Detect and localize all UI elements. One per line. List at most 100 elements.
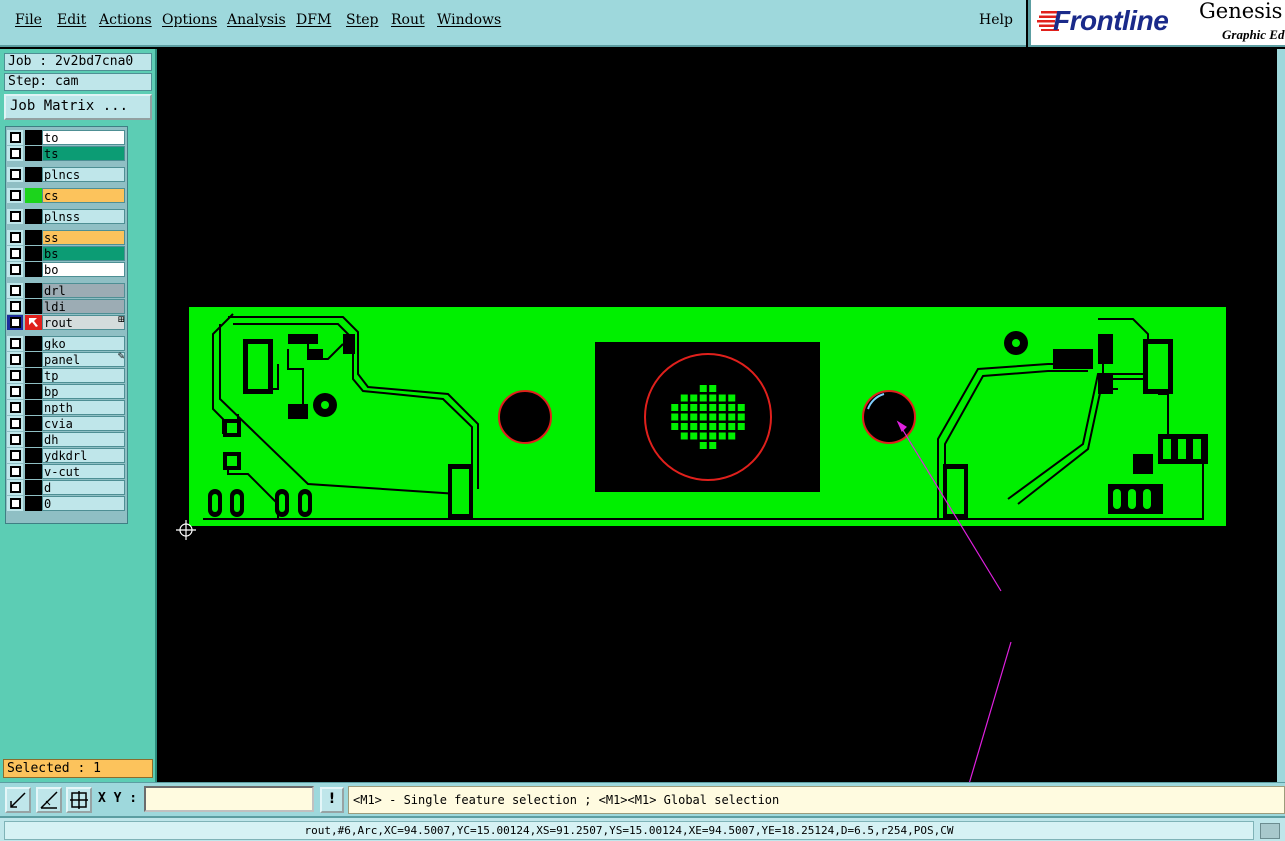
layer-row-ydkdrl[interactable]: ydkdrl bbox=[6, 448, 127, 463]
layer-name[interactable]: plnss bbox=[42, 209, 125, 224]
layer-checkbox[interactable] bbox=[7, 146, 23, 161]
layer-row-plncs[interactable]: plncs bbox=[6, 167, 127, 182]
layer-color-swatch[interactable] bbox=[25, 496, 42, 511]
layer-checkbox[interactable] bbox=[7, 230, 23, 245]
layer-color-swatch[interactable] bbox=[25, 230, 42, 245]
layer-row-0[interactable]: 0 bbox=[6, 496, 127, 511]
layer-checkbox[interactable] bbox=[7, 432, 23, 447]
layer-name[interactable]: v-cut bbox=[42, 464, 125, 479]
layer-row-rout[interactable]: rout ⊞ bbox=[6, 315, 127, 330]
layer-color-swatch[interactable] bbox=[25, 209, 42, 224]
menu-help[interactable]: Help bbox=[979, 12, 1013, 28]
layer-row-to[interactable]: to bbox=[6, 130, 127, 145]
resize-grip-icon[interactable] bbox=[1260, 823, 1280, 839]
layer-checkbox[interactable] bbox=[7, 130, 23, 145]
menu-options[interactable]: Options bbox=[162, 12, 217, 28]
layer-color-swatch[interactable] bbox=[25, 246, 42, 261]
layer-name[interactable]: dh bbox=[42, 432, 125, 447]
layer-checkbox[interactable] bbox=[7, 480, 23, 495]
layer-name[interactable]: bs bbox=[42, 246, 125, 261]
layer-name[interactable]: ts bbox=[42, 146, 125, 161]
layer-name[interactable]: npth bbox=[42, 400, 125, 415]
layer-checkbox[interactable] bbox=[7, 368, 23, 383]
layer-color-swatch[interactable] bbox=[25, 130, 42, 145]
layer-name[interactable]: ss bbox=[42, 230, 125, 245]
layer-color-swatch[interactable] bbox=[25, 368, 42, 383]
layer-checkbox[interactable] bbox=[7, 400, 23, 415]
layer-name[interactable]: drl bbox=[42, 283, 125, 298]
layer-name[interactable]: ldi bbox=[42, 299, 125, 314]
layer-name[interactable]: bp bbox=[42, 384, 125, 399]
menu-dfm[interactable]: DFM bbox=[296, 12, 331, 28]
layer-name[interactable]: 0 bbox=[42, 496, 125, 511]
layer-row-v-cut[interactable]: v-cut bbox=[6, 464, 127, 479]
xy-input[interactable] bbox=[144, 786, 314, 812]
layer-row-dh[interactable]: dh bbox=[6, 432, 127, 447]
layer-row-cvia[interactable]: cvia bbox=[6, 416, 127, 431]
grid-tool-button[interactable] bbox=[66, 787, 92, 813]
layer-checkbox[interactable] bbox=[7, 496, 23, 511]
layer-color-swatch[interactable] bbox=[25, 188, 42, 203]
layer-color-swatch[interactable] bbox=[25, 262, 42, 277]
layer-row-gko[interactable]: gko bbox=[6, 336, 127, 351]
layer-checkbox[interactable] bbox=[7, 384, 23, 399]
layer-color-swatch[interactable] bbox=[25, 448, 42, 463]
layer-checkbox[interactable] bbox=[7, 448, 23, 463]
layer-color-swatch[interactable] bbox=[25, 299, 42, 314]
layer-name[interactable]: plncs bbox=[42, 167, 125, 182]
layer-row-cs[interactable]: cs bbox=[6, 188, 127, 203]
layer-name[interactable]: gko bbox=[42, 336, 125, 351]
layer-color-swatch[interactable] bbox=[25, 167, 42, 182]
layer-color-swatch[interactable] bbox=[25, 432, 42, 447]
layer-row-d[interactable]: d bbox=[6, 480, 127, 495]
layer-name[interactable]: tp bbox=[42, 368, 125, 383]
layer-checkbox[interactable] bbox=[7, 262, 23, 277]
exclamation-button[interactable]: ! bbox=[320, 787, 344, 813]
right-toolbar[interactable] bbox=[1277, 49, 1285, 782]
layer-checkbox[interactable] bbox=[7, 283, 23, 298]
layer-checkbox[interactable] bbox=[7, 209, 23, 224]
zoom-tool-button[interactable] bbox=[5, 787, 31, 813]
graphic-canvas[interactable] bbox=[158, 49, 1277, 819]
layer-row-bs[interactable]: bs bbox=[6, 246, 127, 261]
layer-name[interactable]: d bbox=[42, 480, 125, 495]
layer-color-swatch[interactable] bbox=[25, 480, 42, 495]
layer-checkbox[interactable] bbox=[7, 352, 23, 367]
layer-color-swatch[interactable] bbox=[25, 400, 42, 415]
layer-color-swatch[interactable] bbox=[25, 146, 42, 161]
layer-color-swatch[interactable] bbox=[25, 336, 42, 351]
layer-color-swatch[interactable] bbox=[25, 315, 42, 330]
layer-name[interactable]: rout bbox=[42, 315, 125, 330]
menu-analysis[interactable]: Analysis bbox=[227, 12, 286, 28]
layer-row-bp[interactable]: bp bbox=[6, 384, 127, 399]
menu-rout[interactable]: Rout bbox=[391, 12, 425, 28]
measure-tool-button[interactable] bbox=[36, 787, 62, 813]
layer-checkbox[interactable] bbox=[7, 416, 23, 431]
layer-name[interactable]: to bbox=[42, 130, 125, 145]
layer-row-ss[interactable]: ss bbox=[6, 230, 127, 245]
layer-row-drl[interactable]: drl bbox=[6, 283, 127, 298]
layer-checkbox[interactable] bbox=[7, 315, 23, 330]
layer-checkbox[interactable] bbox=[7, 299, 23, 314]
layer-checkbox[interactable] bbox=[7, 464, 23, 479]
layer-name[interactable]: ydkdrl bbox=[42, 448, 125, 463]
menu-step[interactable]: Step bbox=[346, 12, 378, 28]
layer-checkbox[interactable] bbox=[7, 167, 23, 182]
menu-actions[interactable]: Actions bbox=[99, 12, 152, 28]
layer-color-swatch[interactable] bbox=[25, 283, 42, 298]
layer-row-plnss[interactable]: plnss bbox=[6, 209, 127, 224]
layer-name[interactable]: cs bbox=[42, 188, 125, 203]
menu-file[interactable]: File bbox=[15, 12, 42, 28]
layer-checkbox[interactable] bbox=[7, 246, 23, 261]
layer-color-swatch[interactable] bbox=[25, 384, 42, 399]
layer-name[interactable]: bo bbox=[42, 262, 125, 277]
layer-row-ts[interactable]: ts bbox=[6, 146, 127, 161]
layer-color-swatch[interactable] bbox=[25, 352, 42, 367]
layer-row-panel[interactable]: panel ✎ bbox=[6, 352, 127, 367]
menu-windows[interactable]: Windows bbox=[437, 12, 501, 28]
layer-checkbox[interactable] bbox=[7, 336, 23, 351]
layer-row-tp[interactable]: tp bbox=[6, 368, 127, 383]
layer-name[interactable]: panel bbox=[42, 352, 125, 367]
layer-row-ldi[interactable]: ldi bbox=[6, 299, 127, 314]
layer-row-npth[interactable]: npth bbox=[6, 400, 127, 415]
